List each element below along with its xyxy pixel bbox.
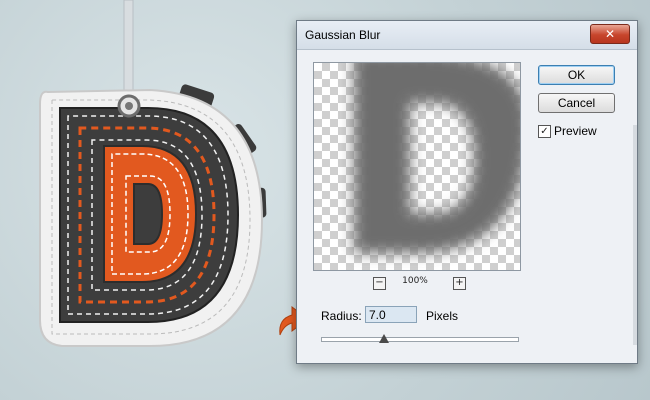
minus-icon: − [375, 277, 384, 288]
plus-icon: + [455, 277, 464, 288]
zoom-out-button[interactable]: − [373, 277, 386, 290]
radius-unit-label: Pixels [426, 309, 459, 323]
cancel-button[interactable]: Cancel [538, 93, 615, 113]
close-button[interactable]: ✕ [590, 24, 630, 44]
zoom-in-button[interactable]: + [453, 277, 466, 290]
gaussian-blur-dialog: Gaussian Blur ✕ − 100% + OK Cancel ✓ Pre… [296, 20, 638, 364]
radius-slider-thumb[interactable] [378, 334, 389, 343]
checkmark-icon: ✓ [540, 126, 549, 137]
radius-input[interactable]: 7.0 [365, 306, 417, 323]
radius-label: Radius: [321, 309, 362, 323]
title-bar[interactable]: Gaussian Blur ✕ [297, 21, 637, 50]
zoom-level: 100% [402, 276, 428, 286]
preview-label: Preview [554, 124, 597, 138]
dialog-title: Gaussian Blur [305, 28, 381, 42]
radius-slider-track[interactable] [321, 337, 519, 342]
preview-checkbox[interactable]: ✓ [538, 125, 551, 138]
blur-preview[interactable] [313, 62, 521, 271]
dialog-right-edge [633, 125, 637, 345]
ok-button[interactable]: OK [538, 65, 615, 85]
leather-letter-artwork [39, 0, 267, 347]
close-icon: ✕ [604, 27, 616, 41]
blurred-letter-preview [354, 63, 520, 253]
